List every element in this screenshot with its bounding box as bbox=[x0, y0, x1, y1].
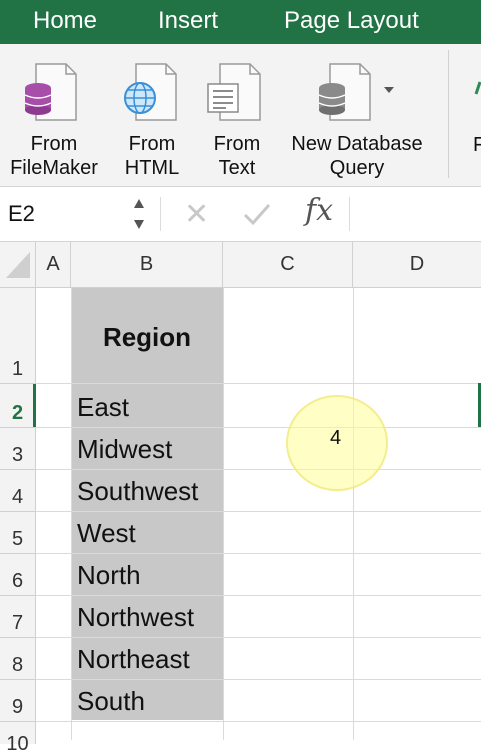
name-box[interactable]: E2 bbox=[8, 201, 35, 227]
gridline bbox=[36, 383, 481, 384]
gridline bbox=[36, 721, 481, 722]
cell-b6[interactable]: North bbox=[77, 560, 141, 591]
cell-b7[interactable]: Northwest bbox=[77, 602, 194, 633]
gridline bbox=[36, 469, 481, 470]
cell-b4[interactable]: Southwest bbox=[77, 476, 198, 507]
select-all-corner[interactable] bbox=[0, 242, 36, 288]
filemaker-database-icon bbox=[24, 63, 77, 121]
ribbon-separator bbox=[448, 50, 449, 178]
select-all-triangle-icon bbox=[6, 252, 30, 278]
cell-b1[interactable]: Region bbox=[71, 322, 223, 353]
gridline bbox=[36, 553, 481, 554]
row-header-3[interactable]: 3 bbox=[0, 428, 36, 470]
new-database-query-label: New Database Query bbox=[291, 133, 423, 179]
row-header-8[interactable]: 8 bbox=[0, 638, 36, 680]
row-header-2[interactable]: 2 bbox=[0, 384, 36, 428]
ribbon-tab-bar: Home Insert Page Layout bbox=[0, 0, 481, 44]
from-filemaker-button[interactable]: From FileMaker bbox=[0, 44, 108, 186]
column-header-b[interactable]: B bbox=[71, 242, 223, 288]
text-file-icon bbox=[207, 63, 261, 121]
formula-bar: E2 ✕ fx bbox=[0, 187, 481, 242]
from-text-label: From Text bbox=[213, 133, 261, 179]
from-html-label: From HTML bbox=[124, 133, 180, 179]
row-header-5[interactable]: 5 bbox=[0, 512, 36, 554]
tab-page-layout[interactable]: Page Layout bbox=[284, 6, 419, 36]
row-header-10[interactable]: 10 bbox=[0, 722, 36, 755]
partial-ribbon-icon bbox=[474, 81, 481, 95]
from-html-button[interactable]: From HTML bbox=[108, 44, 196, 186]
column-header-d[interactable]: D bbox=[353, 242, 481, 288]
cell-b5[interactable]: West bbox=[77, 518, 136, 549]
gridline bbox=[223, 288, 224, 740]
tab-home[interactable]: Home bbox=[33, 6, 97, 36]
from-text-button[interactable]: From Text bbox=[196, 44, 278, 186]
gridline bbox=[36, 511, 481, 512]
confirm-entry-icon[interactable] bbox=[241, 197, 273, 231]
from-filemaker-label: From FileMaker bbox=[10, 133, 98, 179]
tab-insert[interactable]: Insert bbox=[158, 6, 218, 36]
cancel-entry-icon[interactable]: ✕ bbox=[184, 197, 209, 232]
row-header-6[interactable]: 6 bbox=[0, 554, 36, 596]
gridline bbox=[71, 288, 72, 740]
insert-function-icon[interactable]: fx bbox=[305, 193, 333, 228]
ribbon-panel: From FileMaker From HTML From Text New D… bbox=[0, 44, 481, 187]
partial-ribbon-label[interactable]: F bbox=[473, 134, 481, 157]
row-header-4[interactable]: 4 bbox=[0, 470, 36, 512]
row-header-7[interactable]: 7 bbox=[0, 596, 36, 638]
name-box-stepper-icon[interactable] bbox=[131, 195, 147, 233]
row-header-9[interactable]: 9 bbox=[0, 680, 36, 722]
cell-b9[interactable]: South bbox=[77, 686, 145, 717]
click-highlight-number: 4 bbox=[330, 427, 342, 449]
database-query-icon bbox=[318, 63, 371, 121]
html-globe-icon bbox=[124, 63, 177, 121]
chevron-down-icon[interactable] bbox=[383, 86, 395, 94]
gridline bbox=[36, 427, 481, 428]
gridline bbox=[353, 288, 354, 740]
gridline bbox=[36, 637, 481, 638]
column-header-a[interactable]: A bbox=[36, 242, 71, 288]
cell-b8[interactable]: Northeast bbox=[77, 644, 190, 675]
cell-b3[interactable]: Midwest bbox=[77, 434, 172, 465]
gridline bbox=[36, 595, 481, 596]
cell-b2[interactable]: East bbox=[77, 392, 129, 423]
formula-bar-divider bbox=[349, 197, 350, 231]
column-header-c[interactable]: C bbox=[223, 242, 353, 288]
spreadsheet-grid[interactable]: A B C D 1 2 3 4 5 6 7 8 9 10 Region East… bbox=[0, 242, 481, 755]
row-header-1[interactable]: 1 bbox=[0, 288, 36, 384]
new-database-query-button[interactable]: New Database Query bbox=[278, 44, 436, 186]
gridline bbox=[36, 679, 481, 680]
formula-bar-divider bbox=[160, 197, 161, 231]
